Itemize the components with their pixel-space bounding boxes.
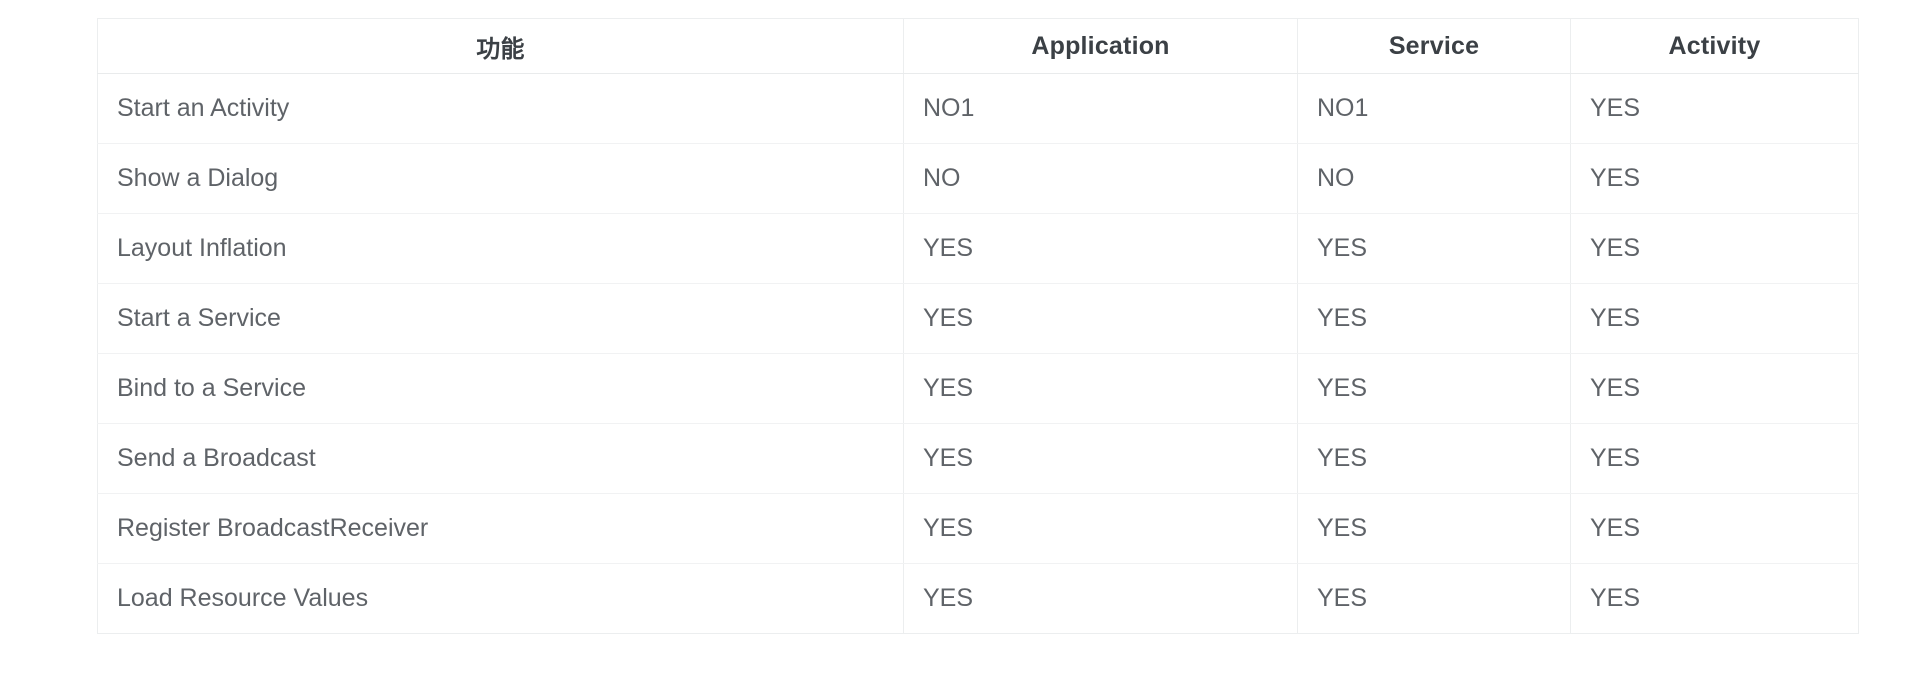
table-cell-service: YES [1297, 353, 1571, 424]
table-row: Show a Dialog NO NO YES [97, 143, 1859, 214]
table-cell-application: YES [903, 423, 1298, 494]
context-capability-table: 功能 Application Service Activity Start an… [97, 18, 1859, 634]
table-row: Start a Service YES YES YES [97, 283, 1859, 354]
column-header-application: Application [903, 18, 1298, 74]
table-cell-service: NO [1297, 143, 1571, 214]
table-cell-application: YES [903, 283, 1298, 354]
column-header-feature: 功能 [97, 18, 904, 74]
table-row: Load Resource Values YES YES YES [97, 563, 1859, 634]
column-header-service: Service [1297, 18, 1571, 74]
table-row: Register BroadcastReceiver YES YES YES [97, 493, 1859, 564]
table-cell-activity: YES [1570, 213, 1859, 284]
column-header-activity: Activity [1570, 18, 1859, 74]
table-cell-activity: YES [1570, 493, 1859, 564]
table-cell-service: YES [1297, 493, 1571, 564]
table-cell-application: NO [903, 143, 1298, 214]
table-cell-activity: YES [1570, 283, 1859, 354]
table-cell-feature: Load Resource Values [97, 563, 904, 634]
table-cell-service: YES [1297, 213, 1571, 284]
table-cell-application: YES [903, 563, 1298, 634]
table-cell-feature: Start an Activity [97, 73, 904, 144]
table-cell-activity: YES [1570, 423, 1859, 494]
table-cell-feature: Show a Dialog [97, 143, 904, 214]
table-row: Layout Inflation YES YES YES [97, 213, 1859, 284]
table-body: Start an Activity NO1 NO1 YES Show a Dialog N… [97, 73, 1859, 634]
table-cell-service: YES [1297, 423, 1571, 494]
table-cell-service: YES [1297, 563, 1571, 634]
table-cell-feature: Layout Inflation [97, 213, 904, 284]
table-row: Bind to a Service YES YES YES [97, 353, 1859, 424]
page-root: 功能 Application Service Activity Start an… [0, 0, 1922, 678]
table-cell-feature: Register BroadcastReceiver [97, 493, 904, 564]
table-cell-service: YES [1297, 283, 1571, 354]
table-cell-application: YES [903, 353, 1298, 424]
compatibility-table-container: 功能 Application Service Activity Start an… [97, 18, 1859, 634]
table-cell-feature: Bind to a Service [97, 353, 904, 424]
table-row: Start an Activity NO1 NO1 YES [97, 73, 1859, 144]
table-cell-service: NO1 [1297, 73, 1571, 144]
table-cell-feature: Send a Broadcast [97, 423, 904, 494]
table-row: Send a Broadcast YES YES YES [97, 423, 1859, 494]
table-cell-activity: YES [1570, 353, 1859, 424]
table-cell-activity: YES [1570, 143, 1859, 214]
table-cell-activity: YES [1570, 563, 1859, 634]
table-cell-feature: Start a Service [97, 283, 904, 354]
table-cell-application: YES [903, 213, 1298, 284]
table-cell-application: YES [903, 493, 1298, 564]
table-cell-activity: YES [1570, 73, 1859, 144]
table-header: 功能 Application Service Activity [97, 18, 1859, 74]
table-cell-application: NO1 [903, 73, 1298, 144]
table-header-row: 功能 Application Service Activity [97, 18, 1859, 74]
